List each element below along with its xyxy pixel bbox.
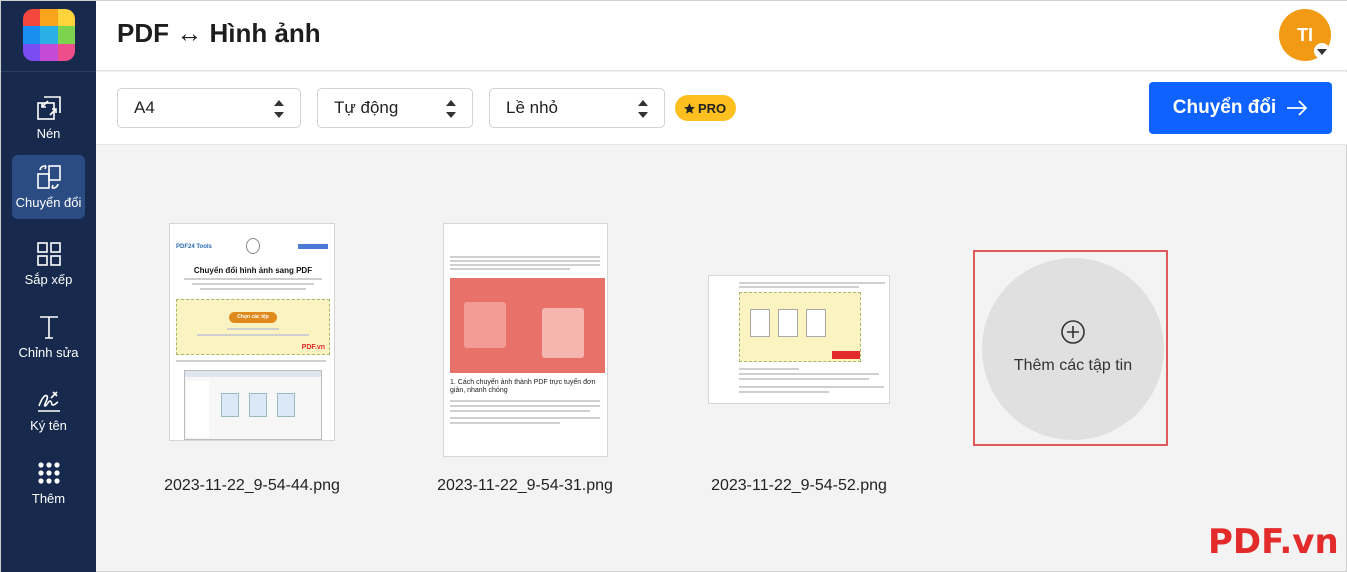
thumb-text-line xyxy=(450,410,590,412)
thumb-text-line xyxy=(739,286,859,288)
convert-button-label: Chuyển đổi xyxy=(1172,97,1277,118)
thumb-heading: Chuyển đổi hình ảnh sang PDF xyxy=(193,266,313,275)
thumb-file-icon xyxy=(249,393,267,417)
thumb-dropzone xyxy=(739,292,861,362)
thumb-text-line xyxy=(184,278,322,280)
thumb-text-line xyxy=(739,373,879,375)
thumb-text-line xyxy=(450,400,600,402)
arrow-right-icon xyxy=(1287,100,1308,116)
margin-select[interactable]: Lề nhỏ xyxy=(489,88,665,128)
sidebar: Nén Chuyển đổi Sắp xếp Chỉnh sửa Ký tên … xyxy=(1,1,96,572)
thumb-file-icon xyxy=(277,393,295,417)
thumb-illustration xyxy=(246,238,260,254)
page-size-select[interactable]: A4 xyxy=(117,88,301,128)
grid-icon xyxy=(36,242,61,266)
thumb-text-line xyxy=(200,288,306,290)
file-name-3: 2023-11-22_9-54-52.png xyxy=(711,477,887,494)
add-files-highlight: Thêm các tập tin xyxy=(973,250,1168,446)
star-icon xyxy=(684,102,695,114)
select-arrows-icon xyxy=(446,100,456,118)
thumb-logo: PDF.vn xyxy=(301,344,325,351)
sidebar-item-label: Thêm xyxy=(31,491,66,506)
compress-icon xyxy=(36,96,61,120)
margin-value: Lề nhỏ xyxy=(506,98,558,117)
add-files-button[interactable]: Thêm các tập tin xyxy=(982,258,1164,440)
file-thumbnail-2[interactable]: 1. Cách chuyển ảnh thành PDF trực tuyến … xyxy=(443,223,608,457)
sidebar-item-edit[interactable]: Chỉnh sửa xyxy=(12,305,85,369)
thumb-hero-image xyxy=(450,278,605,373)
sidebar-item-convert[interactable]: Chuyển đổi xyxy=(12,155,85,219)
chevron-down-icon[interactable] xyxy=(1314,43,1330,59)
thumb-text-line xyxy=(450,417,600,419)
orientation-value: Tự động xyxy=(334,98,399,117)
thumb-text-line xyxy=(450,268,570,270)
pro-badge-label: PRO xyxy=(698,100,727,116)
thumb-brand: PDF24 Tools xyxy=(176,244,212,250)
file-name-1: 2023-11-22_9-54-44.png xyxy=(164,477,340,494)
sidebar-divider xyxy=(1,71,96,72)
file-thumbnail-3[interactable] xyxy=(708,275,890,404)
sidebar-item-organize[interactable]: Sắp xếp xyxy=(12,232,85,296)
sidebar-item-label: Nén xyxy=(36,126,61,141)
text-edit-icon xyxy=(39,316,58,339)
thumb-text-line xyxy=(739,378,869,380)
file-thumbnail-1[interactable]: PDF24 Tools Chuyển đổi hình ảnh sang PDF… xyxy=(169,223,335,441)
pro-badge[interactable]: PRO xyxy=(675,95,737,121)
add-files-label: Thêm các tập tin xyxy=(1013,357,1133,374)
sidebar-item-compress[interactable]: Nén xyxy=(12,86,85,150)
sidebar-item-label: Chỉnh sửa xyxy=(18,345,79,360)
page-size-value: A4 xyxy=(134,98,155,117)
thumb-logo-mark xyxy=(832,351,860,359)
plus-circle-icon xyxy=(1061,320,1085,344)
thumb-dropzone: Chọn các tệp PDF.vn xyxy=(176,299,330,355)
thumb-text-line xyxy=(739,368,799,370)
thumb-window-sidebar xyxy=(187,381,209,437)
thumb-screenshot-window xyxy=(184,370,322,440)
thumb-text-line xyxy=(176,360,326,362)
thumb-text-line xyxy=(227,328,279,330)
options-toolbar: A4 Tự động Lề nhỏ PRO Chuyển đổi xyxy=(96,72,1347,145)
page-header: PDF ↔ Hình ảnh TI xyxy=(96,1,1347,71)
thumb-text-line xyxy=(739,386,884,388)
sidebar-item-sign[interactable]: Ký tên xyxy=(12,378,85,442)
sidebar-item-more[interactable]: Thêm xyxy=(12,451,85,515)
convert-icon xyxy=(36,165,61,189)
thumb-file-icon xyxy=(750,309,770,337)
thumb-file-icon xyxy=(778,309,798,337)
app-logo[interactable] xyxy=(23,9,75,61)
thumb-caption: 1. Cách chuyển ảnh thành PDF trực tuyến … xyxy=(450,379,596,394)
thumb-png-icon xyxy=(464,302,506,348)
orientation-select[interactable]: Tự động xyxy=(317,88,473,128)
thumb-text-line xyxy=(192,283,314,285)
thumb-text-line xyxy=(739,282,885,284)
thumb-text-line xyxy=(197,334,309,336)
watermark-logo: PDF.vn xyxy=(1208,522,1339,562)
thumb-window-titlebar xyxy=(185,371,321,377)
select-arrows-icon xyxy=(638,100,648,118)
dots-grid-icon xyxy=(37,462,60,484)
thumb-text-line xyxy=(450,260,600,262)
thumb-file-icon xyxy=(221,393,239,417)
sidebar-item-label: Ký tên xyxy=(30,418,67,433)
thumb-text-line xyxy=(450,422,560,424)
sidebar-item-label: Sắp xếp xyxy=(24,272,73,287)
thumb-file-icon xyxy=(806,309,826,337)
select-arrows-icon xyxy=(274,100,284,118)
thumb-text-line xyxy=(450,256,600,258)
sidebar-item-label: Chuyển đổi xyxy=(15,195,82,210)
signature-icon xyxy=(37,391,60,412)
thumb-choose-button: Chọn các tệp xyxy=(229,312,277,323)
file-name-2: 2023-11-22_9-54-31.png xyxy=(437,477,613,494)
page-title: PDF ↔ Hình ảnh xyxy=(117,18,321,48)
thumb-toolbar-icons xyxy=(298,244,328,249)
thumb-text-line xyxy=(739,391,829,393)
convert-button[interactable]: Chuyển đổi xyxy=(1149,82,1332,134)
thumb-text-line xyxy=(450,405,600,407)
thumb-pdf-icon xyxy=(542,308,584,358)
thumb-text-line xyxy=(450,264,600,266)
